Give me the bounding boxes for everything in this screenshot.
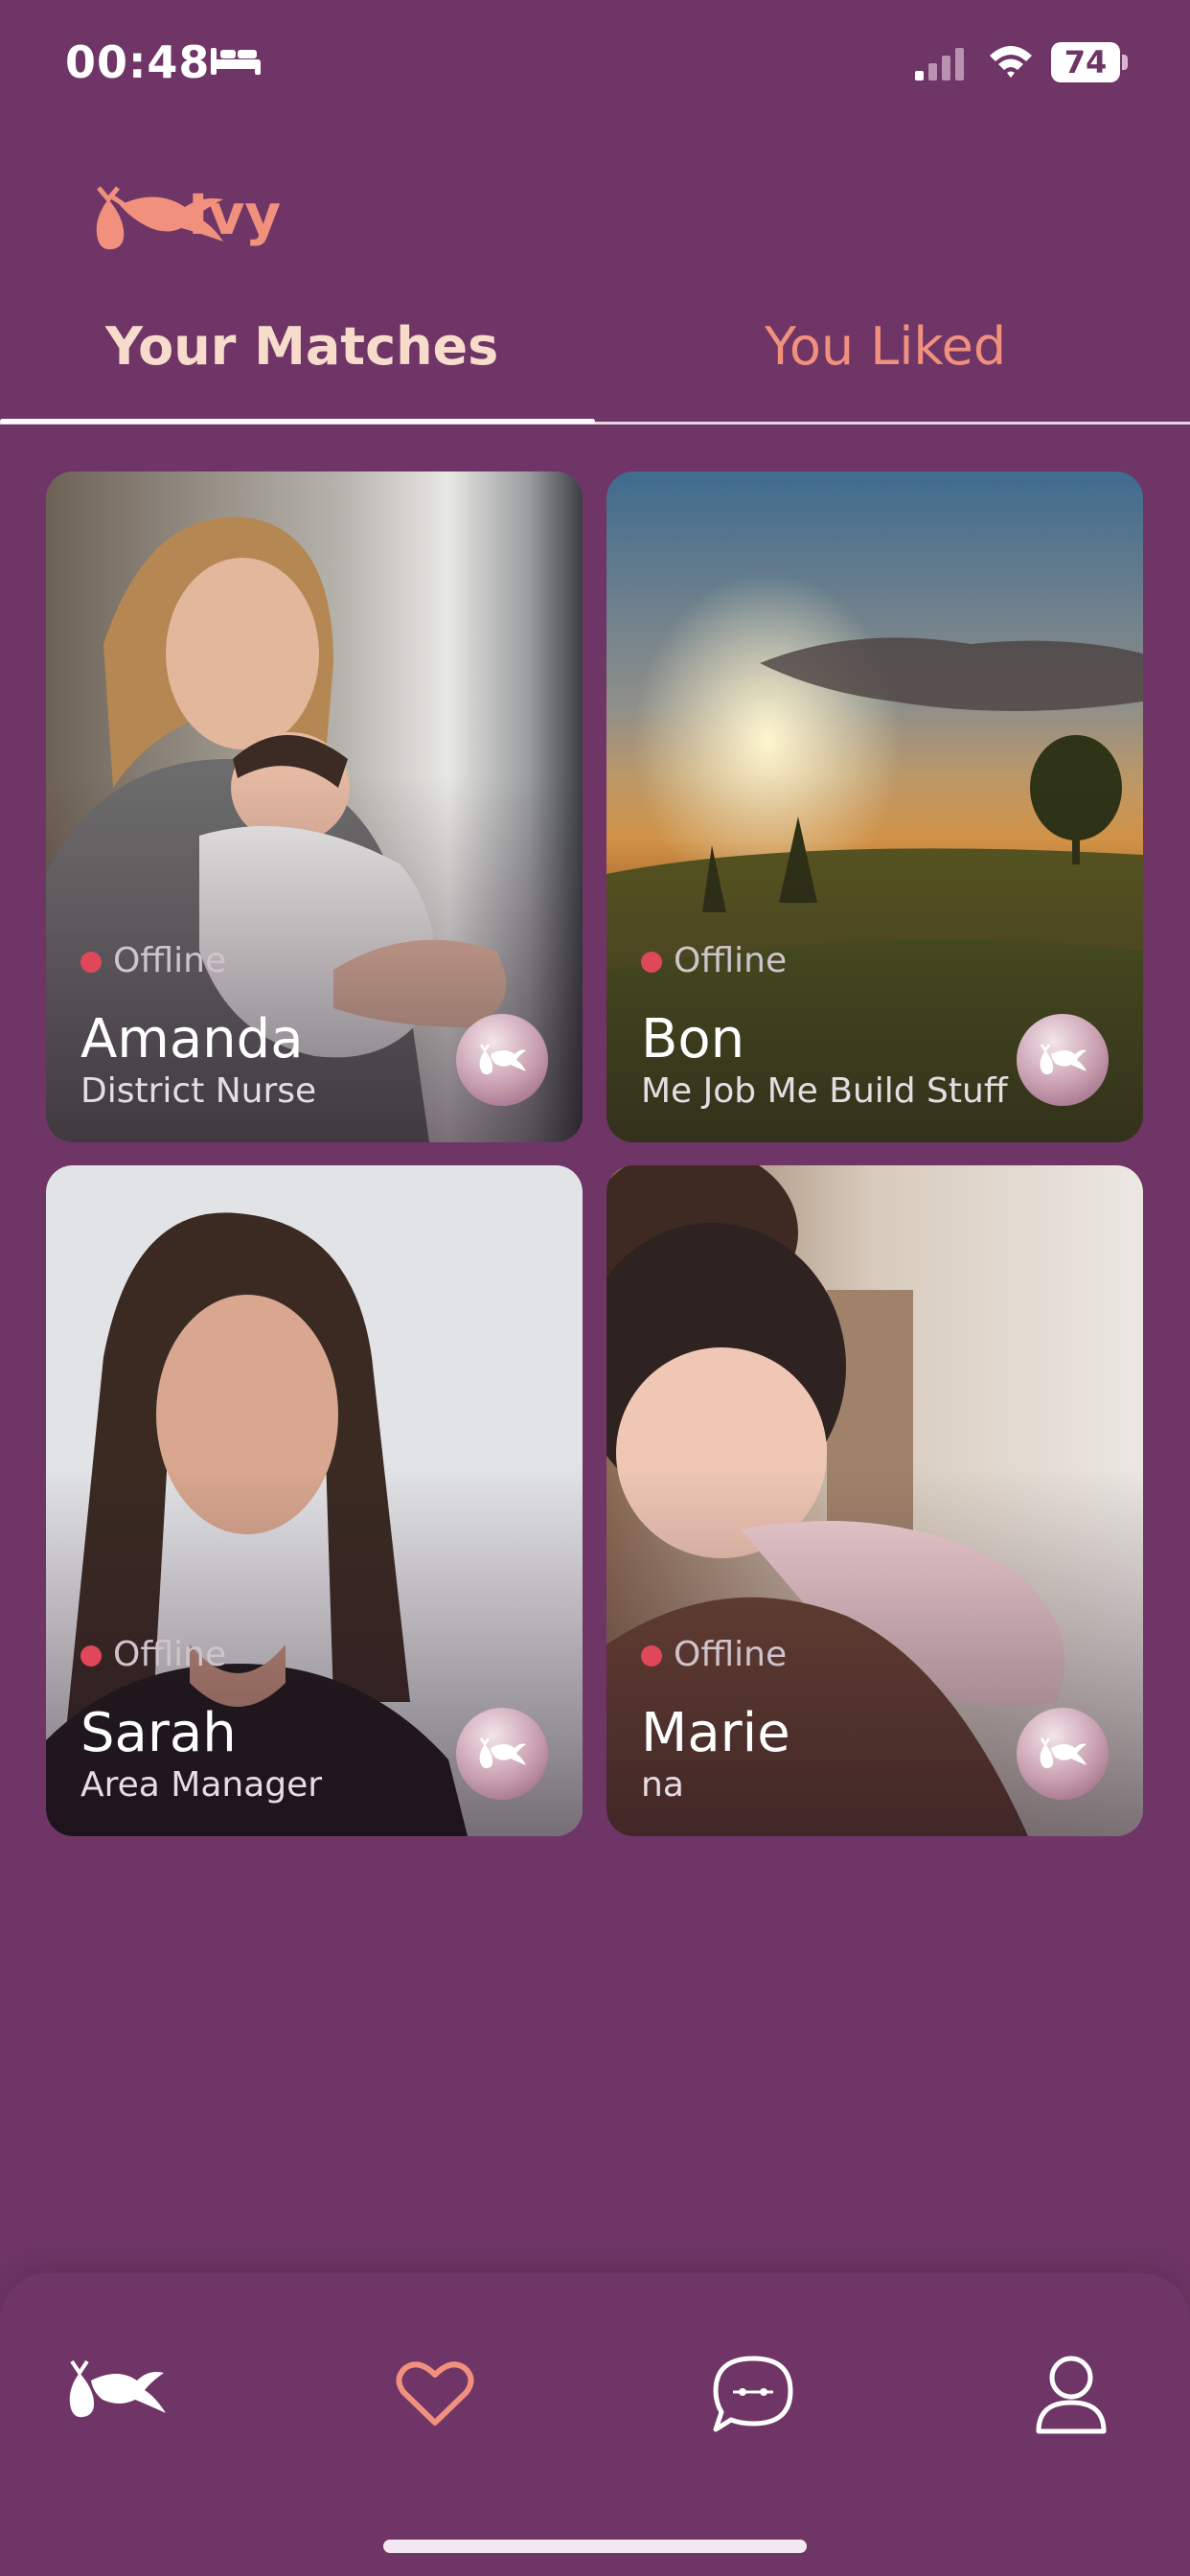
presence-status: Offline bbox=[80, 941, 226, 980]
match-card-amanda[interactable]: Offline Amanda District Nurse bbox=[46, 472, 583, 1142]
bottom-nav bbox=[0, 2273, 1190, 2576]
offline-dot bbox=[80, 952, 102, 973]
match-name: Sarah bbox=[80, 1702, 237, 1764]
stork-action-button[interactable] bbox=[456, 1708, 548, 1800]
match-name: Bon bbox=[641, 1008, 745, 1070]
stork-icon bbox=[69, 2359, 166, 2418]
offline-dot bbox=[641, 1645, 662, 1667]
match-role: Me Job Me Build Stuff bbox=[641, 1071, 1008, 1111]
signal-icon bbox=[915, 48, 964, 80]
stork-icon bbox=[1040, 1737, 1087, 1769]
chat-icon bbox=[713, 2356, 793, 2432]
stork-action-button[interactable] bbox=[1017, 1708, 1109, 1800]
match-role: na bbox=[641, 1765, 684, 1805]
tab-your-matches[interactable]: Your Matches bbox=[105, 316, 498, 377]
match-card-marie[interactable]: Offline Marie na bbox=[606, 1165, 1143, 1836]
bed-icon bbox=[211, 48, 261, 75]
offline-dot bbox=[80, 1645, 102, 1667]
heart-icon bbox=[396, 2361, 474, 2426]
wifi-icon bbox=[990, 46, 1032, 78]
stork-icon bbox=[479, 1737, 526, 1769]
profile-icon bbox=[1036, 2356, 1107, 2434]
match-card-bon[interactable]: Offline Bon Me Job Me Build Stuff bbox=[606, 472, 1143, 1142]
stork-action-button[interactable] bbox=[1017, 1014, 1109, 1106]
match-role: Area Manager bbox=[80, 1765, 323, 1805]
nav-profile[interactable] bbox=[1014, 2336, 1129, 2451]
home-indicator[interactable] bbox=[383, 2540, 807, 2553]
presence-status: Offline bbox=[80, 1635, 226, 1674]
battery-icon: 74 bbox=[1051, 42, 1128, 82]
nav-likes[interactable] bbox=[378, 2336, 492, 2451]
stork-action-button[interactable] bbox=[456, 1014, 548, 1106]
app-name: Ivy bbox=[188, 182, 282, 247]
presence-status: Offline bbox=[641, 1635, 787, 1674]
match-card-sarah[interactable]: Offline Sarah Area Manager bbox=[46, 1165, 583, 1836]
battery-level: 74 bbox=[1051, 42, 1120, 82]
stork-icon bbox=[479, 1044, 526, 1075]
match-name: Marie bbox=[641, 1702, 790, 1764]
status-bar: 00:48 74 bbox=[0, 0, 1190, 125]
status-time: 00:48 bbox=[65, 36, 211, 88]
stork-icon bbox=[1040, 1044, 1087, 1075]
presence-status: Offline bbox=[641, 941, 787, 980]
nav-home[interactable] bbox=[59, 2336, 174, 2451]
match-name: Amanda bbox=[80, 1008, 304, 1070]
tab-you-liked[interactable]: You Liked bbox=[765, 316, 1006, 377]
nav-chat[interactable] bbox=[696, 2336, 811, 2451]
offline-dot bbox=[641, 952, 662, 973]
match-role: District Nurse bbox=[80, 1071, 317, 1111]
tab-active-indicator bbox=[0, 419, 595, 424]
